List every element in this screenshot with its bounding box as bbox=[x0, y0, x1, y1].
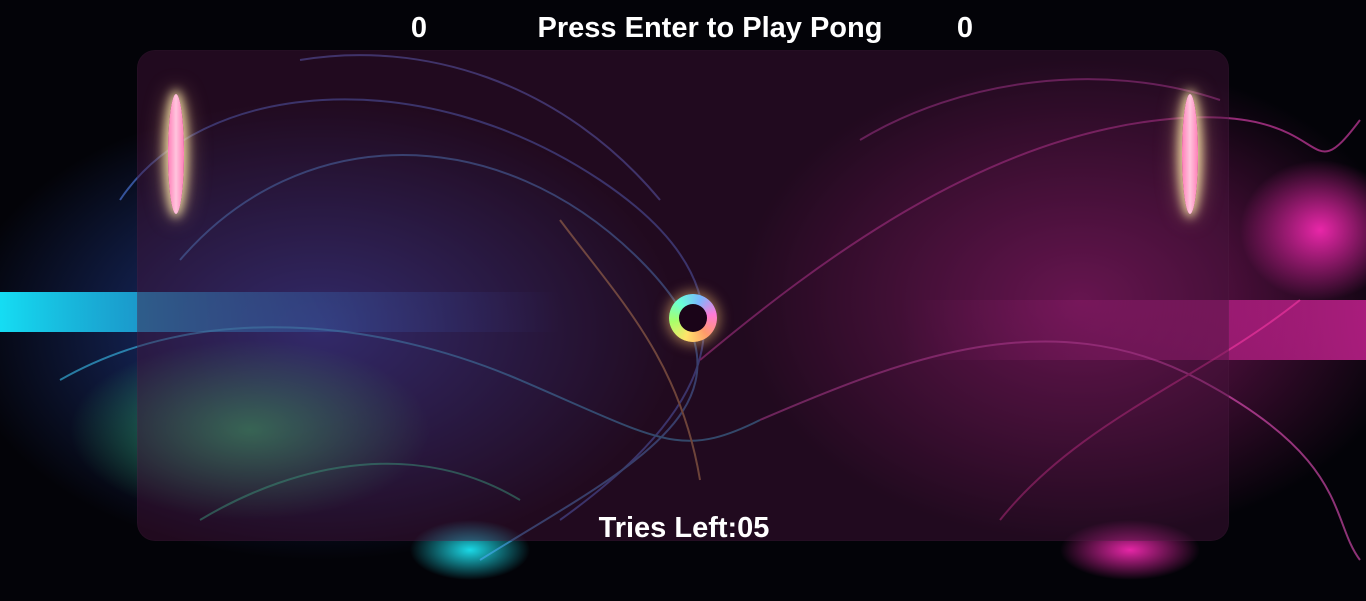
tries-left: Tries Left:05 bbox=[598, 512, 770, 544]
start-message: Press Enter to Play Pong bbox=[537, 12, 883, 44]
left-score: 0 bbox=[410, 12, 428, 44]
ball-icon bbox=[669, 294, 717, 342]
left-paddle[interactable] bbox=[168, 94, 184, 214]
game-stage[interactable]: 0 Press Enter to Play Pong 0 Tries Left:… bbox=[0, 0, 1366, 601]
ball-core bbox=[679, 304, 707, 332]
right-paddle bbox=[1182, 94, 1198, 214]
right-score: 0 bbox=[956, 12, 974, 44]
